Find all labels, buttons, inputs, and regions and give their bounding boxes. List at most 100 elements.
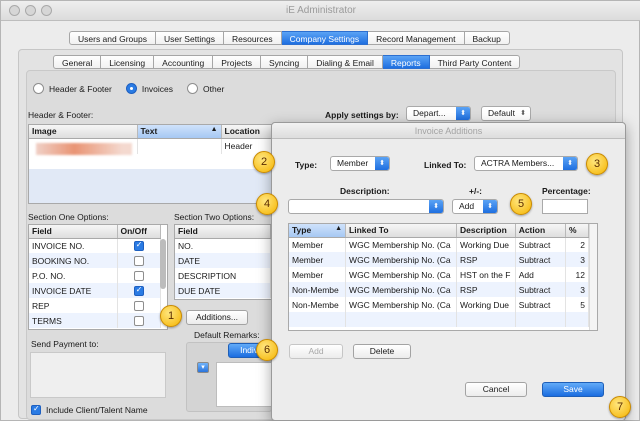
tab-general[interactable]: General — [53, 55, 102, 69]
section-two-table[interactable]: Field NO. DATE DESCRIPTION DUE DATE — [174, 224, 272, 300]
sort-ascending-icon: ▲ — [210, 126, 218, 134]
radio-label: Header & Footer — [49, 83, 112, 94]
include-client-talent-checkbox-row[interactable]: Include Client/Talent Name — [31, 404, 148, 415]
table-row[interactable]: NO. — [175, 238, 271, 253]
select-arrows-icon: ⬍ — [563, 157, 577, 170]
table-row[interactable]: DATE — [175, 253, 271, 268]
column-header-text[interactable]: Text ▲ — [137, 125, 222, 139]
callout-7: 7 — [609, 396, 631, 418]
tab-syncing[interactable]: Syncing — [260, 55, 309, 69]
table-row[interactable]: Non-Membe WGC Membership No. (Ca RSP Sub… — [289, 282, 590, 297]
plus-minus-select[interactable]: Add ⬍ — [452, 199, 498, 214]
section-two-label: Section Two Options: — [174, 212, 255, 222]
toggle-checkbox[interactable] — [133, 240, 144, 252]
table-row[interactable]: P.O. NO. — [29, 268, 161, 283]
column-header-type[interactable]: Type ▲ — [289, 224, 347, 238]
add-button[interactable]: Add — [289, 344, 343, 359]
table-row[interactable]: Member WGC Membership No. (Ca RSP Subtra… — [289, 252, 590, 267]
radio-button[interactable] — [187, 83, 199, 94]
table-row[interactable]: DESCRIPTION — [175, 268, 271, 283]
toggle-checkbox[interactable] — [133, 300, 144, 311]
column-header-field[interactable]: Field — [29, 225, 118, 239]
remarks-text-area[interactable] — [216, 362, 272, 407]
column-header-field[interactable]: Field — [175, 225, 271, 239]
apply-settings-label: Apply settings by: — [325, 110, 399, 120]
tab-backup[interactable]: Backup — [464, 31, 510, 45]
send-payment-text-area[interactable] — [30, 352, 166, 398]
column-header-linked-to[interactable]: Linked To — [345, 224, 458, 238]
header-footer-label: Header & Footer: — [28, 110, 94, 120]
tab-user-settings[interactable]: User Settings — [155, 31, 225, 45]
include-client-talent-label: Include Client/Talent Name — [46, 405, 148, 415]
additions-button[interactable]: Additions... — [186, 310, 248, 325]
table-row[interactable]: BOOKING NO. — [29, 253, 161, 268]
table-row-selected[interactable] — [29, 169, 277, 203]
section-one-label: Section One Options: — [28, 212, 109, 222]
tab-third-party-content[interactable]: Third Party Content — [429, 55, 521, 69]
cancel-button[interactable]: Cancel — [465, 382, 527, 397]
header-footer-table[interactable]: Image Text ▲ Location Header — [28, 124, 278, 204]
tab-dialing-email[interactable]: Dialing & Email — [308, 55, 383, 69]
callout-1: 1 — [160, 305, 182, 327]
radio-header-footer[interactable]: Header & Footer — [33, 83, 112, 94]
include-client-talent-checkbox[interactable] — [31, 404, 41, 415]
save-button[interactable]: Save — [542, 382, 604, 397]
tab-licensing[interactable]: Licensing — [101, 55, 155, 69]
toggle-checkbox[interactable] — [133, 285, 144, 296]
select-arrows-icon: ⬍ — [375, 157, 389, 170]
percentage-input[interactable] — [542, 199, 588, 214]
dropdown-arrow-icon[interactable]: ▾ — [197, 362, 209, 373]
column-header-action[interactable]: Action — [515, 224, 566, 238]
column-header-location[interactable]: Location — [221, 125, 277, 139]
description-cell: Working Due — [456, 297, 516, 312]
tab-accounting[interactable]: Accounting — [154, 55, 214, 69]
percent-cell: 3 — [565, 282, 590, 297]
default-select-value: Default — [488, 108, 515, 118]
delete-button[interactable]: Delete — [353, 344, 411, 359]
additions-table[interactable]: Type ▲ Linked To Description Action % Mem… — [288, 223, 598, 331]
table-row[interactable]: Member WGC Membership No. (Ca Working Du… — [289, 237, 590, 252]
text-cell — [137, 138, 222, 154]
tab-resources[interactable]: Resources — [224, 31, 282, 45]
apply-settings-select[interactable]: Depart... ⬍ — [406, 106, 471, 121]
select-arrows-icon: ⬍ — [483, 200, 497, 213]
callout-2: 2 — [253, 151, 275, 173]
table-row[interactable]: Non-Membe WGC Membership No. (Ca Working… — [289, 297, 590, 312]
radio-button-selected[interactable] — [125, 83, 137, 94]
section-one-table[interactable]: Field On/Off INVOICE NO. BOOKING NO. P.O… — [28, 224, 168, 330]
tab-projects[interactable]: Projects — [213, 55, 261, 69]
toggle-checkbox[interactable] — [133, 270, 144, 281]
type-cell: Non-Membe — [289, 282, 347, 297]
field-cell: P.O. NO. — [29, 268, 118, 283]
type-select[interactable]: Member ⬍ — [330, 156, 390, 171]
tab-reports[interactable]: Reports — [382, 55, 430, 69]
linked-to-label: Linked To: — [424, 160, 467, 170]
table-row[interactable]: INVOICE NO. — [29, 238, 161, 253]
tab-company-settings[interactable]: Company Settings — [281, 31, 369, 45]
linked-to-select[interactable]: ACTRA Members... ⬍ — [474, 156, 578, 171]
tab-record-management[interactable]: Record Management — [368, 31, 465, 45]
radio-invoices[interactable]: Invoices — [125, 83, 173, 94]
column-header-image[interactable]: Image — [29, 125, 138, 139]
scrollbar-thumb[interactable] — [160, 239, 166, 289]
field-cell: DUE DATE — [175, 283, 271, 298]
default-remarks-label: Default Remarks: — [194, 330, 260, 340]
column-header-on-off[interactable]: On/Off — [117, 225, 161, 239]
radio-other[interactable]: Other — [187, 83, 224, 94]
default-select[interactable]: Default ⬍ — [481, 106, 531, 121]
percentage-label: Percentage: — [542, 186, 591, 196]
column-header-description[interactable]: Description — [456, 224, 516, 238]
table-row[interactable]: Member WGC Membership No. (Ca HST on the… — [289, 267, 590, 282]
toggle-checkbox[interactable] — [133, 255, 144, 266]
tab-users-and-groups[interactable]: Users and Groups — [69, 31, 156, 45]
radio-button[interactable] — [33, 83, 44, 94]
title-bar: iE Administrator — [1, 1, 640, 21]
table-row[interactable]: REP — [29, 298, 161, 313]
table-row[interactable]: INVOICE DATE — [29, 283, 161, 298]
toggle-checkbox[interactable] — [133, 315, 144, 326]
scrollbar-track[interactable] — [589, 224, 597, 330]
table-row[interactable]: DUE DATE — [175, 283, 271, 298]
column-header-percent[interactable]: % — [565, 224, 590, 238]
table-row[interactable]: TERMS — [29, 313, 161, 328]
description-combo[interactable]: ⬍ — [288, 199, 444, 214]
